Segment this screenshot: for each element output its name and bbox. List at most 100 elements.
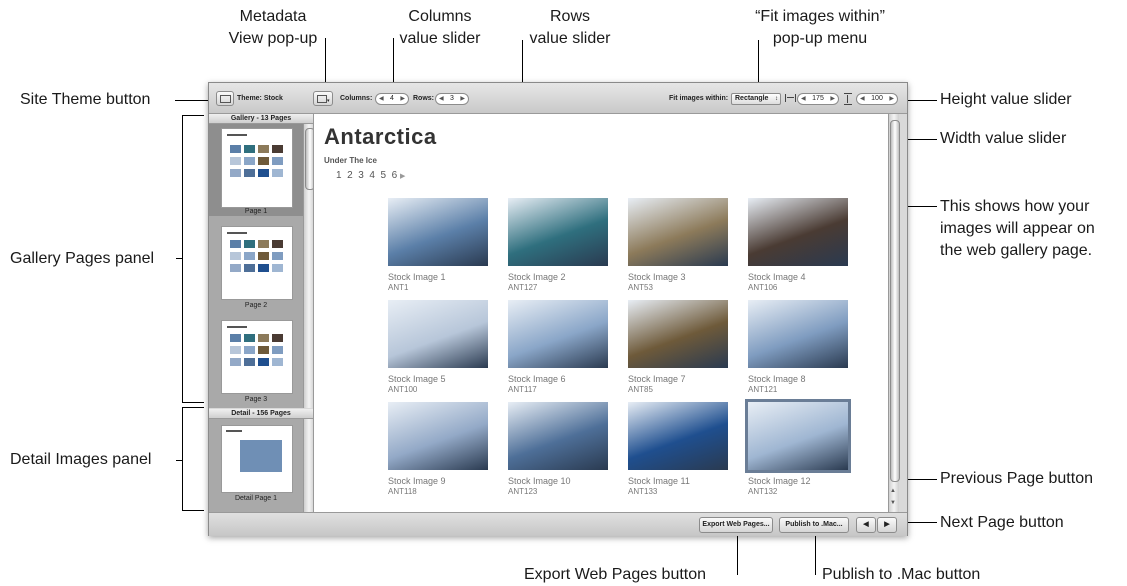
rows-value-slider[interactable]: ◀ 3 ▶ bbox=[435, 93, 469, 105]
page-link[interactable]: 3 bbox=[358, 170, 364, 181]
gallery-image[interactable] bbox=[748, 300, 848, 368]
page-link[interactable]: 4 bbox=[369, 170, 375, 181]
updown-icon: ↕ bbox=[775, 96, 778, 102]
mini-thumb bbox=[244, 358, 255, 366]
mini-thumb bbox=[244, 169, 255, 177]
gallery-page-thumb[interactable] bbox=[221, 320, 293, 394]
callout-text: This shows how your bbox=[940, 198, 1090, 215]
page-link[interactable]: 1 bbox=[336, 170, 342, 181]
previous-page-button[interactable]: ◀ bbox=[856, 517, 876, 533]
mini-thumb bbox=[258, 346, 269, 354]
gallery-pages-panel: Gallery - 13 Pages Page 1 Page 2 Page 3 bbox=[209, 114, 315, 408]
mini-thumb bbox=[258, 252, 269, 260]
mini-thumb bbox=[244, 252, 255, 260]
gallery-image[interactable] bbox=[745, 399, 851, 473]
image-code: ANT53 bbox=[628, 283, 653, 292]
callout-export-web: Export Web Pages button bbox=[524, 566, 707, 583]
gallery-image[interactable] bbox=[508, 198, 608, 266]
metadata-view-popup[interactable]: ▾ bbox=[313, 91, 333, 106]
scroll-down-icon[interactable]: ▼ bbox=[890, 500, 896, 506]
page-label: Page 3 bbox=[244, 396, 268, 403]
gallery-image[interactable] bbox=[388, 300, 488, 368]
image-code: ANT85 bbox=[628, 385, 653, 394]
columns-value-slider[interactable]: ◀ 4 ▶ bbox=[375, 93, 409, 105]
arrow-right-icon[interactable]: ▶ bbox=[830, 94, 835, 104]
mini-thumb bbox=[230, 252, 241, 260]
export-web-pages-button[interactable]: Export Web Pages... bbox=[699, 517, 773, 533]
fit-images-popup[interactable]: Rectangle ↕ bbox=[731, 93, 781, 105]
callout-text: value slider bbox=[529, 30, 611, 47]
mini-thumb bbox=[258, 264, 269, 272]
gallery-image[interactable] bbox=[628, 300, 728, 368]
detail-panel-header: Detail - 156 Pages bbox=[209, 409, 313, 419]
mini-thumb bbox=[244, 240, 255, 248]
page-link[interactable]: 6 bbox=[392, 170, 398, 181]
scroll-thumb[interactable] bbox=[890, 120, 900, 482]
page-navigation: 1 2 3 4 5 6 ▶ bbox=[336, 170, 405, 181]
page-label: Detail Page 1 bbox=[234, 495, 278, 502]
page-label: Page 2 bbox=[244, 302, 268, 309]
gallery-image[interactable] bbox=[628, 198, 728, 266]
gallery-image[interactable] bbox=[628, 402, 728, 470]
leader-line bbox=[737, 535, 738, 575]
width-value-slider[interactable]: ◀ 175 ▶ bbox=[797, 93, 839, 105]
mini-thumb bbox=[258, 358, 269, 366]
mini-thumb bbox=[244, 157, 255, 165]
leader-line bbox=[182, 407, 204, 408]
mini-thumb bbox=[258, 145, 269, 153]
mini-thumb bbox=[272, 334, 283, 342]
image-title: Stock Image 12 bbox=[748, 476, 811, 486]
image-title: Stock Image 4 bbox=[748, 272, 806, 282]
gallery-image[interactable] bbox=[508, 300, 608, 368]
callout-width-slider: Width value slider bbox=[940, 130, 1067, 147]
page-link[interactable]: 5 bbox=[381, 170, 387, 181]
width-icon bbox=[785, 94, 796, 102]
gallery-image[interactable] bbox=[388, 198, 488, 266]
theme-label: Theme: Stock bbox=[237, 95, 283, 102]
mini-thumb bbox=[230, 358, 241, 366]
gallery-page-thumb[interactable] bbox=[221, 128, 293, 208]
arrow-right-icon[interactable]: ▶ bbox=[400, 94, 405, 104]
gallery-image[interactable] bbox=[388, 402, 488, 470]
web-gallery-window: Theme: Stock ▾ Columns: ◀ 4 ▶ Rows: ◀ 3 … bbox=[208, 82, 908, 536]
callout-metadata-view: Metadata View pop-up bbox=[218, 6, 328, 50]
arrow-right-icon[interactable]: ▶ bbox=[889, 94, 894, 104]
preview-scrollbar[interactable]: ▲ ▼ bbox=[888, 114, 900, 512]
fit-images-label: Fit images within: bbox=[669, 95, 729, 102]
arrow-right-icon[interactable]: ▶ bbox=[460, 94, 465, 104]
mini-thumb bbox=[244, 346, 255, 354]
height-value: 100 bbox=[871, 95, 883, 102]
thumb-image-grid bbox=[230, 145, 290, 185]
arrow-left-icon[interactable]: ◀ bbox=[379, 94, 384, 104]
toolbar: Theme: Stock ▾ Columns: ◀ 4 ▶ Rows: ◀ 3 … bbox=[209, 83, 907, 114]
callout-shows-how: This shows how your images will appear o… bbox=[940, 196, 1095, 262]
scroll-up-icon[interactable]: ▲ bbox=[890, 488, 896, 494]
arrow-left-icon[interactable]: ◀ bbox=[860, 94, 865, 104]
leader-line bbox=[182, 115, 183, 403]
arrow-left-icon[interactable]: ◀ bbox=[439, 94, 444, 104]
image-title: Stock Image 5 bbox=[388, 374, 446, 384]
gallery-image[interactable] bbox=[508, 402, 608, 470]
callout-publish-mac: Publish to .Mac button bbox=[822, 566, 981, 583]
arrow-left-icon[interactable]: ◀ bbox=[801, 94, 806, 104]
mini-thumb bbox=[272, 252, 283, 260]
next-arrow-icon[interactable]: ▶ bbox=[400, 173, 405, 180]
image-title: Stock Image 3 bbox=[628, 272, 686, 282]
callout-fit-images: “Fit images within” pop-up menu bbox=[740, 6, 900, 50]
publish-to-mac-button[interactable]: Publish to .Mac... bbox=[779, 517, 849, 533]
rows-value: 3 bbox=[450, 95, 454, 102]
mini-thumb bbox=[272, 240, 283, 248]
detail-page-thumb[interactable] bbox=[221, 425, 293, 493]
height-icon bbox=[844, 93, 852, 105]
gallery-page-thumb[interactable] bbox=[221, 226, 293, 300]
height-value-slider[interactable]: ◀ 100 ▶ bbox=[856, 93, 898, 105]
callout-text: Columns bbox=[408, 8, 472, 25]
site-theme-button[interactable] bbox=[216, 91, 234, 106]
mini-thumb bbox=[258, 157, 269, 165]
mini-thumb bbox=[244, 264, 255, 272]
gallery-image[interactable] bbox=[748, 198, 848, 266]
image-title: Stock Image 1 bbox=[388, 272, 446, 282]
page-link[interactable]: 2 bbox=[347, 170, 353, 181]
next-page-button[interactable]: ▶ bbox=[877, 517, 897, 533]
image-code: ANT118 bbox=[388, 487, 417, 496]
